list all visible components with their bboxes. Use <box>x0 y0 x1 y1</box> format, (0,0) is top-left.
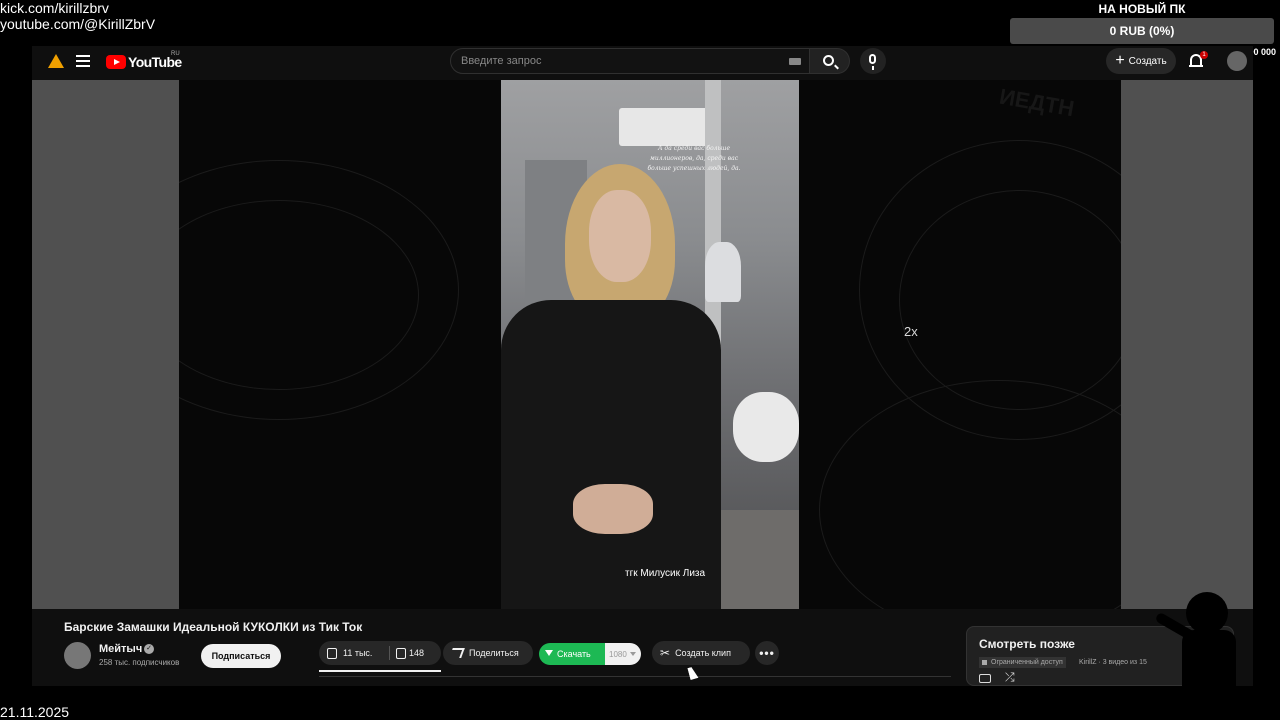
playlist-access-badge: Ограниченный доступ <box>979 657 1066 668</box>
like-underline <box>319 670 441 672</box>
overlay-date: 21.11.2025 <box>0 704 70 720</box>
video-player[interactable]: ИЕДТН А да среди вас больше миллионеров,… <box>32 80 1253 609</box>
mic-icon <box>869 54 876 70</box>
like-count: 11 тыс. <box>343 648 373 658</box>
share-icon <box>449 648 465 658</box>
video-caption: А да среди вас больше миллионеров, да, с… <box>647 145 741 172</box>
video-frame: А да среди вас больше миллионеров, да, с… <box>501 80 799 609</box>
like-button[interactable]: 11 тыс. <box>319 641 389 665</box>
lock-icon <box>982 660 987 665</box>
warning-icon[interactable] <box>48 54 64 68</box>
create-label: Создать <box>1128 55 1167 67</box>
subscribe-button[interactable]: Подписаться <box>201 644 281 668</box>
youtube-window: YouTube RU + Создать 1 <box>32 46 1253 686</box>
dislike-button[interactable]: 148 <box>390 641 424 665</box>
channel-avatar[interactable] <box>64 642 91 669</box>
notifications-badge: 1 <box>1200 51 1208 59</box>
player-stage: ИЕДТН А да среди вас больше миллионеров,… <box>179 80 1121 609</box>
scene-lamp <box>705 242 741 302</box>
person-hands <box>573 484 653 534</box>
download-quality-value: 1080 <box>609 649 627 659</box>
video-watermark: тгк Милусик Лиза <box>625 568 706 579</box>
video-title: Барские Замашки Идеальной КУКОЛКИ из Тик… <box>64 620 363 634</box>
chevron-down-icon <box>629 652 636 656</box>
download-label: Скачать <box>557 649 591 659</box>
search-input[interactable] <box>451 49 771 73</box>
channel-subscribers: 258 тыс. подписчиков <box>99 658 180 667</box>
description-divider <box>319 676 951 677</box>
voice-search-button[interactable] <box>860 48 886 74</box>
download-button[interactable]: Скачать 1080 <box>539 643 641 665</box>
dislike-count: 148 <box>409 648 425 658</box>
download-quality-select[interactable]: 1080 <box>605 643 641 665</box>
thumb-up-icon <box>327 647 337 659</box>
channel-name[interactable]: Мейтыч <box>99 643 142 655</box>
search-box <box>450 48 810 74</box>
playback-speed-indicator: 2x <box>904 324 918 339</box>
create-clip-button[interactable]: ✂ Создать клип <box>652 641 750 665</box>
goal-progress-bar: 0 RUB (0%) <box>1010 18 1274 44</box>
person-face <box>589 190 651 282</box>
playlist-access-label: Ограниченный доступ <box>991 659 1063 666</box>
menu-icon[interactable] <box>76 55 90 67</box>
overlay-kick-link: kick.com/kirillzbrv <box>0 0 109 16</box>
plus-icon: + <box>1115 52 1125 69</box>
player-right-pad <box>1121 80 1253 609</box>
search-button[interactable] <box>810 48 850 74</box>
youtube-play-icon <box>106 55 126 69</box>
scene-ac-unit <box>619 108 715 146</box>
person-body <box>501 300 721 609</box>
goal-title: НА НОВЫЙ ПК <box>1098 2 1186 16</box>
notifications-button[interactable]: 1 <box>1189 51 1208 68</box>
playlist-title[interactable]: Смотреть позже <box>979 637 1075 651</box>
account-avatar[interactable] <box>1227 51 1247 71</box>
scissors-icon: ✂ <box>660 646 671 660</box>
overlay-youtube-link: youtube.com/@KirillZbrV <box>0 16 156 32</box>
repeat-icon[interactable] <box>979 674 991 683</box>
silhouette-head <box>1186 592 1228 634</box>
background-logo: ИЕДТН <box>997 83 1077 122</box>
download-icon <box>545 649 553 659</box>
clip-label: Создать клип <box>675 648 731 658</box>
download-main[interactable]: Скачать <box>539 643 605 665</box>
scene-flowers <box>733 392 799 462</box>
share-button[interactable]: Поделиться <box>443 641 533 665</box>
create-button[interactable]: + Создать <box>1106 48 1176 74</box>
streamer-silhouette <box>1154 592 1240 720</box>
thumb-down-icon <box>396 647 406 659</box>
share-label: Поделиться <box>469 648 519 658</box>
masthead: YouTube RU + Создать 1 <box>32 46 1253 80</box>
goal-amount: 0 RUB (0%) <box>1109 24 1175 38</box>
keyboard-icon[interactable] <box>789 58 801 65</box>
search-icon <box>823 55 834 66</box>
like-dislike-group: 11 тыс. 148 <box>319 641 441 665</box>
verified-icon: ✓ <box>144 644 154 654</box>
silhouette-body <box>1182 630 1236 720</box>
more-actions-button[interactable]: ••• <box>755 641 779 665</box>
playlist-meta: KirillZ · 3 видео из 15 <box>1079 659 1147 666</box>
shuffle-icon[interactable]: ⤮ <box>1005 671 1015 683</box>
player-left-pad <box>32 80 179 609</box>
region-code: RU <box>171 51 180 57</box>
